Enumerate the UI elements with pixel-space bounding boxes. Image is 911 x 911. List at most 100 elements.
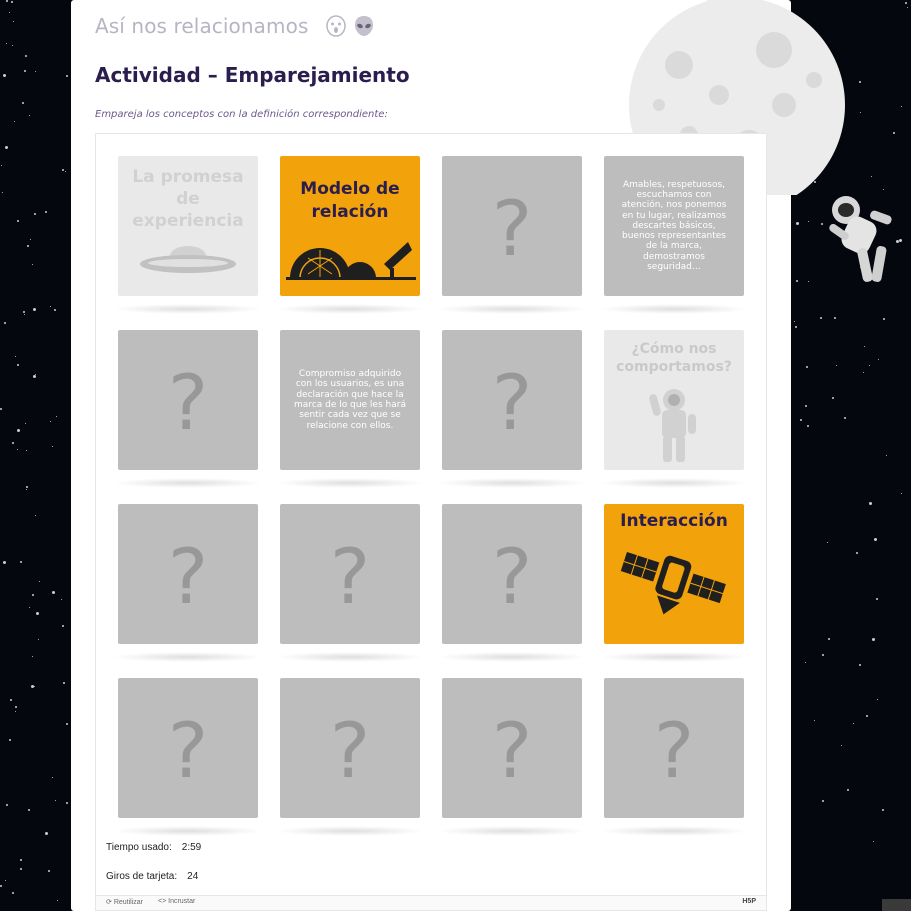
star (847, 789, 850, 792)
star (33, 212, 36, 215)
card-back[interactable]: ? (118, 330, 258, 470)
star (860, 112, 862, 114)
time-value: 2:59 (181, 842, 202, 853)
question-mark: ? (329, 532, 371, 621)
card-comportamos-definition[interactable]: Amables, respetuosos, escuchamos con ate… (604, 156, 744, 296)
star (868, 365, 870, 367)
star (51, 590, 55, 594)
star (50, 420, 52, 422)
star (820, 316, 823, 319)
card-back[interactable]: ? (442, 330, 582, 470)
star (12, 21, 14, 23)
card-back[interactable]: ? (118, 678, 258, 818)
star (9, 739, 12, 742)
star (62, 168, 65, 171)
star (29, 606, 31, 608)
corner-widget (882, 899, 911, 911)
star (868, 501, 872, 505)
star (19, 868, 22, 871)
card-back[interactable]: ? (280, 678, 420, 818)
star (54, 799, 56, 801)
star (841, 745, 843, 747)
card-shadow (437, 826, 587, 836)
question-mark: ? (167, 532, 209, 621)
star (863, 345, 865, 347)
star (62, 682, 65, 685)
star (794, 321, 796, 323)
card-shadow (113, 304, 263, 314)
star (32, 656, 34, 658)
star (11, 0, 14, 3)
card-promesa-de-experiencia[interactable]: La promesa de experiencia (118, 156, 258, 296)
star (14, 121, 16, 123)
star (878, 358, 880, 360)
star (822, 653, 825, 656)
star (34, 686, 36, 688)
star (906, 7, 908, 9)
star (34, 70, 36, 72)
h5p-logo[interactable]: H5P (742, 898, 756, 905)
card-shadow (275, 826, 425, 836)
star (4, 146, 8, 150)
card-shadow (113, 652, 263, 662)
question-mark: ? (491, 184, 533, 273)
star (808, 281, 810, 283)
star (905, 1, 908, 4)
star (821, 800, 824, 803)
card-shadow (275, 304, 425, 314)
card-shadow (113, 826, 263, 836)
card-back[interactable]: ? (442, 678, 582, 818)
star (0, 885, 3, 888)
flips-status: Giros de tarjeta: 24 (106, 871, 198, 882)
card-shadow (113, 478, 263, 488)
ufo-icon (140, 246, 236, 273)
star (1, 192, 3, 194)
star (874, 538, 878, 542)
star (885, 454, 887, 456)
card-back[interactable]: ? (280, 504, 420, 644)
star (853, 722, 855, 724)
star (36, 612, 40, 616)
star (35, 515, 37, 517)
star (876, 698, 878, 700)
star (15, 705, 18, 708)
question-mark: ? (491, 532, 533, 621)
scream-face-icon (326, 15, 346, 37)
star (6, 0, 9, 3)
embed-button[interactable]: <> Incrustar (158, 898, 195, 905)
star (1, 165, 3, 167)
reuse-button[interactable]: ⟳ Reutilizar (106, 898, 143, 906)
flips-value: 24 (187, 871, 199, 882)
star (807, 424, 810, 427)
star (0, 407, 2, 410)
card-compromiso-definition[interactable]: Compromiso adquirido con los usuarios, e… (280, 330, 420, 470)
star (807, 220, 809, 222)
star (19, 560, 22, 563)
card-shadow (275, 478, 425, 488)
star (866, 715, 869, 718)
star (870, 175, 872, 177)
card-text: Amables, respetuosos, escuchamos con ate… (621, 179, 727, 273)
card-interaccion[interactable]: Interacción (604, 504, 744, 644)
floating-astronaut-icon (829, 196, 892, 282)
star (20, 858, 23, 861)
card-back[interactable]: ? (442, 156, 582, 296)
question-mark: ? (167, 706, 209, 795)
star (26, 449, 28, 451)
card-back[interactable]: ? (442, 504, 582, 644)
star (805, 662, 807, 664)
star (25, 54, 28, 57)
question-mark: ? (653, 706, 695, 795)
card-como-nos-comportamos[interactable]: ¿Cómo nos comportamos? (604, 330, 744, 470)
card-back[interactable]: ? (604, 678, 744, 818)
star (804, 404, 807, 407)
star (45, 831, 49, 835)
card-modelo-de-relacion[interactable]: Modelo de relación (280, 156, 420, 296)
card-shadow (599, 304, 749, 314)
instruction-text: Empareja los conceptos con la definición… (95, 109, 388, 120)
card-shadow (599, 478, 749, 488)
card-back[interactable]: ? (118, 504, 258, 644)
embed-label: Incrustar (168, 898, 196, 905)
star (29, 115, 31, 117)
star (64, 171, 66, 173)
